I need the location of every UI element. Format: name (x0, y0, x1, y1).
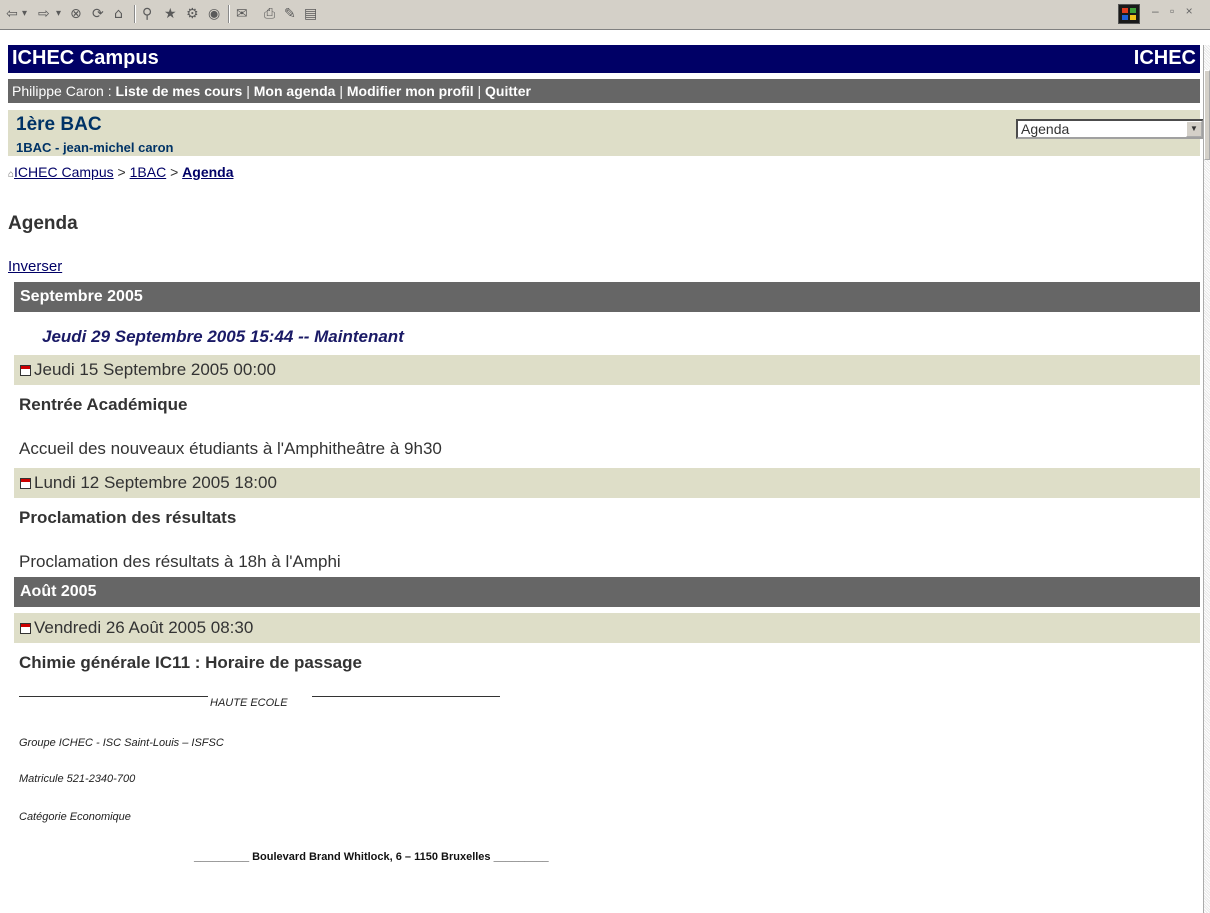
separator: | (335, 83, 347, 99)
home-icon[interactable]: ⌂ (114, 6, 123, 22)
invert-order-link[interactable]: Inverser (8, 258, 62, 275)
now-marker: Jeudi 29 Septembre 2005 15:44 -- Mainten… (42, 327, 404, 346)
media-icon[interactable]: ◉ (208, 6, 220, 22)
event-date: Vendredi 26 Août 2005 08:30 (34, 618, 254, 637)
site-header: ICHEC Campus ICHEC (8, 45, 1200, 73)
calendar-icon[interactable] (20, 478, 31, 489)
forward-dropdown-icon[interactable]: ▾ (56, 6, 61, 22)
user-name: Philippe Caron : (12, 83, 116, 99)
tool-select-value: Agenda (1021, 121, 1070, 137)
letterhead-haute-ecole: HAUTE ECOLE (210, 697, 288, 709)
my-agenda-link[interactable]: Mon agenda (254, 83, 336, 99)
stop-icon[interactable]: ⊗ (70, 6, 82, 22)
event-description: Proclamation des résultats à 18h à l'Amp… (19, 552, 341, 571)
divider (312, 696, 500, 697)
breadcrumb-separator: > (166, 164, 183, 180)
letterhead-address: _________ Boulevard Brand Whitlock, 6 – … (194, 851, 549, 863)
event-date-bar: Jeudi 15 Septembre 2005 00:00 (14, 355, 1200, 385)
separator: | (473, 83, 486, 99)
scrollbar-thumb[interactable] (1204, 70, 1210, 160)
calendar-icon[interactable] (20, 623, 31, 634)
breadcrumb-course-link[interactable]: 1BAC (130, 164, 167, 180)
month-header: Septembre 2005 (14, 282, 1200, 312)
month-header: Août 2005 (14, 577, 1200, 607)
dropdown-arrow-icon[interactable]: ▼ (1186, 121, 1202, 137)
edit-icon[interactable]: ✎ (284, 6, 296, 22)
site-title[interactable]: ICHEC Campus (12, 47, 159, 70)
breadcrumb: ⌂ICHEC Campus > 1BAC > Agenda (8, 164, 234, 180)
mail-icon[interactable]: ✉ (236, 6, 248, 22)
refresh-icon[interactable]: ⟳ (92, 6, 104, 22)
event-date-bar: Vendredi 26 Août 2005 08:30 (14, 613, 1200, 643)
letterhead-matricule: Matricule 521-2340-700 (19, 773, 136, 785)
site-brand[interactable]: ICHEC (1134, 47, 1196, 70)
logout-link[interactable]: Quitter (485, 83, 531, 99)
toolbar-separator (134, 5, 136, 23)
search-icon[interactable]: ⚲ (142, 6, 152, 22)
breadcrumb-separator: > (113, 164, 130, 180)
my-courses-link[interactable]: Liste de mes cours (116, 83, 243, 99)
course-title[interactable]: 1ère BAC (16, 114, 102, 136)
user-bar: Philippe Caron : Liste de mes cours | Mo… (8, 79, 1200, 103)
forward-icon[interactable]: ⇨ (38, 6, 50, 22)
event-date-bar: Lundi 12 Septembre 2005 18:00 (14, 468, 1200, 498)
edit-profile-link[interactable]: Modifier mon profil (347, 83, 474, 99)
course-subtitle: 1BAC - jean-michel caron (16, 140, 174, 155)
calendar-icon[interactable] (20, 365, 31, 376)
separator: | (242, 83, 254, 99)
event-title: Chimie générale IC11 : Horaire de passag… (19, 653, 362, 672)
letterhead-categorie: Catégorie Economique (19, 811, 131, 823)
tool-select[interactable]: Agenda ▼ (1016, 119, 1204, 139)
letterhead-groupe: Groupe ICHEC - ISC Saint-Louis – ISFSC (19, 737, 224, 749)
event-description: Accueil des nouveaux étudiants à l'Amphi… (19, 439, 442, 458)
event-date: Lundi 12 Septembre 2005 18:00 (34, 473, 277, 492)
history-icon[interactable]: ⚙ (186, 6, 199, 22)
divider (19, 696, 208, 697)
back-dropdown-icon[interactable]: ▾ (22, 6, 27, 22)
window-controls[interactable]: – ▫ × (1152, 4, 1197, 18)
vertical-scrollbar[interactable] (1203, 45, 1210, 913)
print-icon[interactable]: ⎙ (264, 6, 275, 22)
back-icon[interactable]: ⇦ (6, 6, 18, 22)
event-title: Rentrée Académique (19, 395, 188, 414)
browser-toolbar: ⇦ ▾ ⇨ ▾ ⊗ ⟳ ⌂ ⚲ ★ ⚙ ◉ ✉ ⎙ ✎ ▤ – ▫ × (0, 0, 1210, 30)
breadcrumb-current-link[interactable]: Agenda (182, 164, 233, 180)
breadcrumb-home-link[interactable]: ICHEC Campus (14, 164, 114, 180)
discuss-icon[interactable]: ▤ (304, 6, 317, 22)
toolbar-separator (228, 5, 230, 23)
event-title: Proclamation des résultats (19, 508, 237, 527)
event-date: Jeudi 15 Septembre 2005 00:00 (34, 360, 276, 379)
page-title: Agenda (8, 213, 78, 234)
favorites-icon[interactable]: ★ (164, 6, 177, 22)
course-header: 1ère BAC 1BAC - jean-michel caron Agenda… (8, 110, 1204, 156)
windows-logo-icon (1118, 4, 1140, 24)
